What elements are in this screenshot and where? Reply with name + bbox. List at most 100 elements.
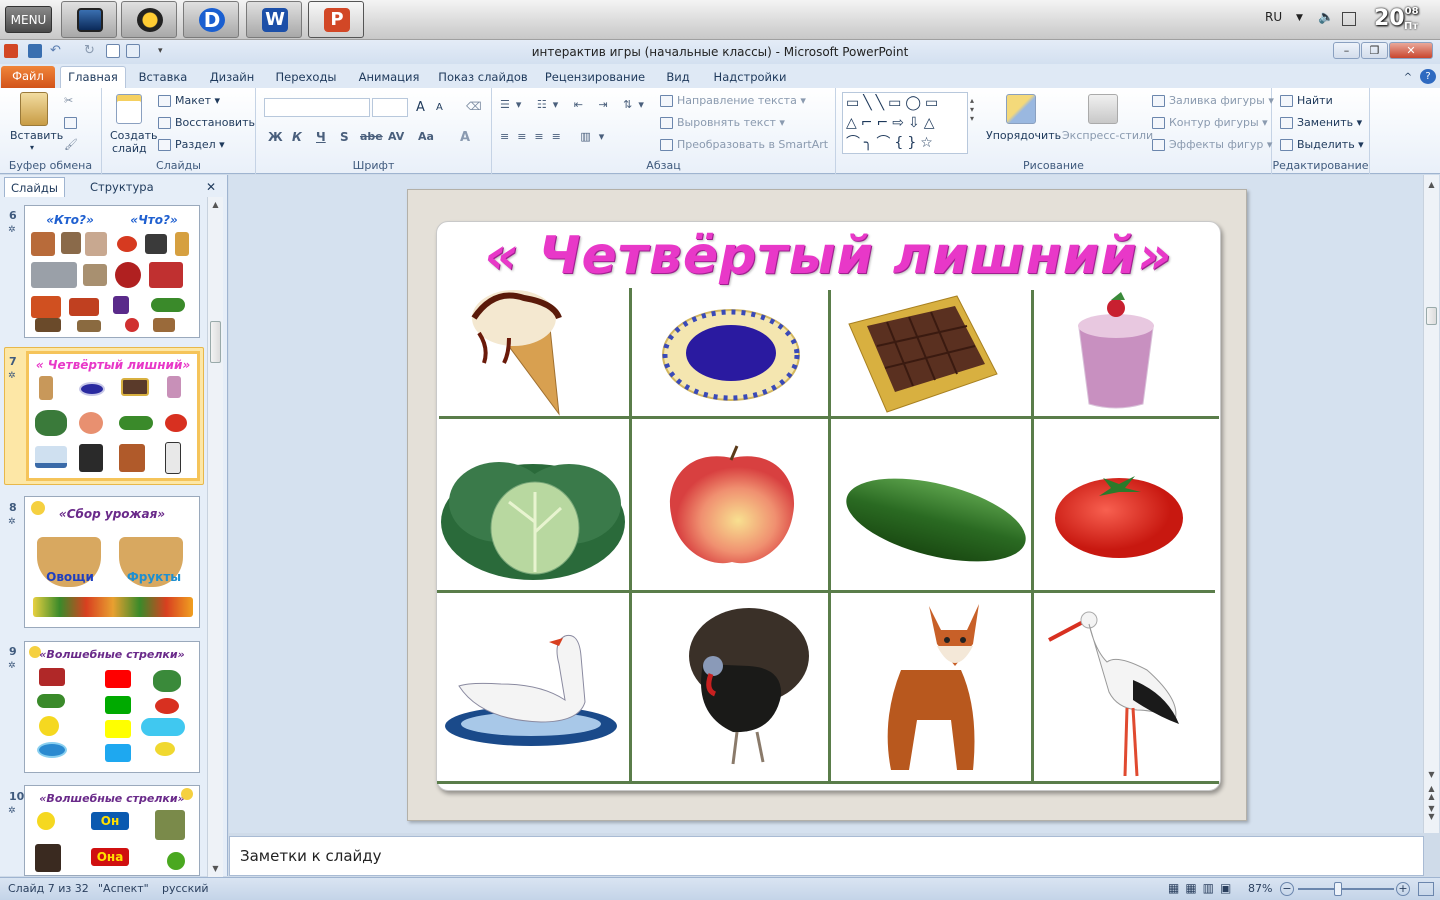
cut-icon[interactable]: ✂ <box>64 94 73 107</box>
shapes-more-icon[interactable]: ▴ ▾ ▾ <box>970 96 974 123</box>
taskbar-app-word[interactable]: W <box>246 1 302 38</box>
reset-button[interactable]: Восстановить <box>158 116 255 129</box>
volume-icon[interactable]: 🔈 <box>1318 10 1334 25</box>
tab-outline-pane[interactable]: Структура <box>84 177 160 197</box>
shape-outline-button[interactable]: Контур фигуры ▾ <box>1152 116 1268 129</box>
shadow-button[interactable]: S <box>340 130 349 144</box>
tab-review[interactable]: Рецензирование <box>540 67 650 88</box>
language-dropdown-icon[interactable]: ▼ <box>1296 13 1303 23</box>
select-button[interactable]: Выделить ▾ <box>1280 138 1364 151</box>
shrink-font-button[interactable]: A <box>436 102 443 113</box>
align-buttons[interactable]: ≡≡≡≡ ▥▾ <box>500 130 612 143</box>
chocolate-image[interactable] <box>847 294 999 414</box>
italic-button[interactable]: К <box>292 130 302 144</box>
format-painter-icon[interactable]: 🖌 <box>64 138 78 151</box>
quick-styles-icon[interactable] <box>1088 94 1118 124</box>
copy-icon[interactable] <box>64 116 81 129</box>
quick-styles-button[interactable]: Экспресс-стили <box>1062 129 1153 142</box>
find-button[interactable]: Найти <box>1280 94 1333 107</box>
tab-addins[interactable]: Надстройки <box>708 67 792 88</box>
plate-image[interactable] <box>661 308 801 402</box>
tab-view[interactable]: Вид <box>660 67 696 88</box>
paste-dropdown-icon[interactable]: ▾ <box>30 143 34 152</box>
collapse-ribbon-icon[interactable]: ^ <box>1400 67 1416 88</box>
slides-pane-scrollbar[interactable]: ▲ ▼ <box>207 197 223 877</box>
section-button[interactable]: Раздел ▾ <box>158 138 225 151</box>
bold-button[interactable]: Ж <box>268 130 283 144</box>
paste-button[interactable]: Вставить <box>10 129 63 142</box>
close-button[interactable]: ✕ <box>1389 42 1433 59</box>
notes-pane[interactable]: Заметки к слайду <box>229 836 1424 876</box>
tab-home[interactable]: Главная <box>60 66 126 89</box>
zoom-slider-track[interactable] <box>1298 888 1394 890</box>
tab-design[interactable]: Дизайн <box>204 67 260 88</box>
spacing-button[interactable]: AV <box>388 130 404 143</box>
help-icon[interactable]: ? <box>1420 69 1436 84</box>
scroll-up-icon[interactable]: ▲ <box>208 197 223 212</box>
zoom-slider-thumb[interactable] <box>1334 882 1342 896</box>
slide-thumbnail-10[interactable]: «Волшебные стрелки» Он Она <box>24 785 200 876</box>
shape-effects-button[interactable]: Эффекты фигур ▾ <box>1152 138 1272 151</box>
fox-image[interactable] <box>861 600 993 780</box>
slide-title[interactable]: « Четвёртый лишний» <box>437 226 1220 286</box>
taskbar-app-powerpoint[interactable]: P <box>308 1 364 38</box>
notes-placeholder[interactable]: Заметки к слайду <box>240 847 382 865</box>
smartart-button[interactable]: Преобразовать в SmartArt <box>660 138 828 151</box>
minimize-button[interactable]: – <box>1333 42 1360 59</box>
menu-button[interactable]: MENU <box>5 6 52 33</box>
slide-thumbnail-6[interactable]: «Кто?» «Что?» <box>24 205 200 338</box>
font-color-button[interactable]: A <box>460 130 470 145</box>
slide-canvas[interactable]: « Четвёртый лишний» <box>407 189 1247 821</box>
apple-image[interactable] <box>665 444 799 568</box>
arrange-button[interactable]: Упорядочить <box>986 129 1061 142</box>
underline-button[interactable]: Ч <box>316 130 326 144</box>
tomato-image[interactable] <box>1053 462 1185 560</box>
zoom-out-icon[interactable]: − <box>1280 882 1294 896</box>
zoom-level[interactable]: 87% <box>1248 882 1272 895</box>
new-slide-icon[interactable] <box>116 94 142 124</box>
tab-transitions[interactable]: Переходы <box>272 67 340 88</box>
taskbar-app-d[interactable]: D <box>183 1 239 38</box>
paste-icon[interactable] <box>20 92 48 126</box>
previous-slide-icon[interactable]: ▲ ▲ <box>1424 785 1439 801</box>
scroll-thumb[interactable] <box>210 321 221 363</box>
arrange-icon[interactable] <box>1006 94 1036 124</box>
maximize-button[interactable]: ❐ <box>1361 42 1388 59</box>
cucumber-image[interactable] <box>843 472 1029 568</box>
tab-file[interactable]: Файл <box>1 66 55 88</box>
layout-button[interactable]: Макет ▾ <box>158 94 220 107</box>
slide-thumbnail-9[interactable]: «Волшебные стрелки» <box>24 641 200 773</box>
replace-button[interactable]: Заменить ▾ <box>1280 116 1362 129</box>
shape-fill-button[interactable]: Заливка фигуры ▾ <box>1152 94 1274 107</box>
milkshake-image[interactable] <box>1071 292 1161 410</box>
strikethrough-button[interactable]: abe <box>360 130 383 143</box>
swan-image[interactable] <box>441 624 617 748</box>
stork-image[interactable] <box>1047 600 1187 780</box>
view-buttons[interactable]: ▦▦▥▣ <box>1168 881 1237 895</box>
shapes-gallery[interactable]: ▭╲╲▭◯▭ △⌐⌐⇨⇩△ ⌒╮⌒{}☆ <box>842 92 968 154</box>
zoom-in-icon[interactable]: + <box>1396 882 1410 896</box>
cabbage-image[interactable] <box>439 442 627 584</box>
taskbar-app-aimp[interactable] <box>121 1 177 38</box>
ice-cream-image[interactable] <box>459 278 569 416</box>
editor-scrollbar[interactable]: ▲ ▼ ▲ ▲ ▼ ▼ <box>1423 175 1439 833</box>
slide-thumbnail-7[interactable]: « Четвёртый лишний» <box>26 351 200 481</box>
scroll-down-icon[interactable]: ▼ <box>1424 767 1439 782</box>
scroll-down-icon[interactable]: ▼ <box>208 861 223 876</box>
tab-insert[interactable]: Вставка <box>134 67 192 88</box>
next-slide-icon[interactable]: ▼ ▼ <box>1424 805 1439 821</box>
tab-slides-pane[interactable]: Слайды <box>4 177 65 197</box>
font-size-combo[interactable] <box>372 98 408 117</box>
clear-format-icon[interactable]: ⌫ <box>466 100 482 113</box>
list-buttons[interactable]: ☰▾ ☷▾ ⇤ ⇥ ⇅▾ <box>500 98 650 111</box>
language-status[interactable]: русский <box>162 882 209 895</box>
fit-to-window-icon[interactable] <box>1418 882 1434 896</box>
font-family-combo[interactable] <box>264 98 370 117</box>
scroll-up-icon[interactable]: ▲ <box>1424 177 1439 192</box>
change-case-button[interactable]: Aa <box>418 130 434 143</box>
taskbar-app-monitor[interactable] <box>61 1 117 38</box>
grow-font-button[interactable]: A <box>416 100 425 115</box>
slide-thumbnail-8[interactable]: «Сбор урожая» Овощи Фрукты <box>24 496 200 628</box>
turkey-image[interactable] <box>673 604 811 768</box>
align-text-button[interactable]: Выровнять текст ▾ <box>660 116 785 129</box>
